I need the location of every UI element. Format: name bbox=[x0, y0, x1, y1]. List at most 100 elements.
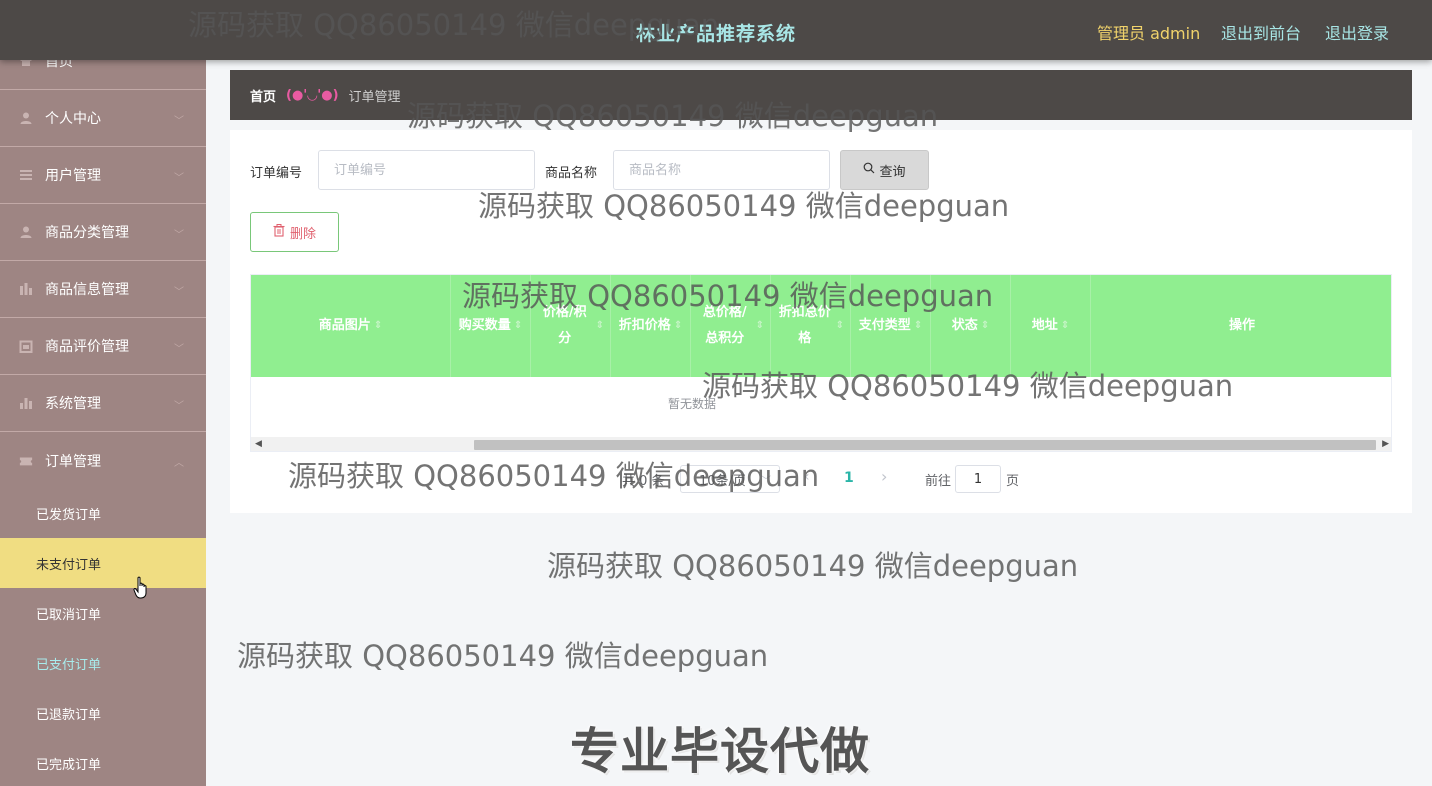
horizontal-scrollbar[interactable]: ◀ ▶ bbox=[251, 437, 1391, 451]
sidebar-subitem-label: 未支付订单 bbox=[36, 557, 102, 573]
page-size-value: 10条/页 bbox=[699, 473, 746, 489]
scrollbar-thumb[interactable] bbox=[474, 440, 1376, 450]
sidebar-item-profile[interactable]: 个人中心 ﹀ bbox=[0, 90, 206, 147]
prev-page-button[interactable]: ‹ bbox=[804, 469, 810, 485]
chevron-down-icon: ﹀ bbox=[174, 116, 184, 127]
column-header-label: 总价格/总积分 bbox=[702, 305, 747, 346]
sidebar-subitem-label: 已完成订单 bbox=[36, 757, 102, 773]
sort-icon[interactable]: ⇕ bbox=[914, 313, 922, 339]
sidebar-subitem-completed[interactable]: 已完成订单 bbox=[0, 738, 206, 786]
sidebar-item-orders[interactable]: 订单管理 ︿ bbox=[0, 432, 206, 489]
sidebar: 首页 个人中心 ﹀ 用户管理 ﹀ 商品分类管理 ﹀ 商品信息管理 ﹀ 商品评价管… bbox=[0, 0, 206, 786]
chevron-down-icon: ﹀ bbox=[174, 401, 184, 412]
column-header[interactable]: 地址 ⇕ bbox=[1011, 275, 1091, 377]
sidebar-item-label: 用户管理 bbox=[45, 168, 101, 184]
sidebar-subitem-label: 已支付订单 bbox=[36, 657, 102, 673]
sidebar-subitem-shipped[interactable]: 已发货订单 bbox=[0, 488, 206, 538]
column-header-label: 折扣价格 bbox=[618, 318, 671, 333]
column-header[interactable]: 商品图片 ⇕ bbox=[251, 275, 451, 377]
sidebar-subitem-cancelled[interactable]: 已取消订单 bbox=[0, 588, 206, 638]
watermark-text: 源码获取 QQ86050149 微信deepguan bbox=[547, 549, 1079, 583]
sidebar-item-label: 个人中心 bbox=[45, 111, 101, 127]
column-header-label: 商品图片 bbox=[318, 318, 371, 333]
order-no-input[interactable] bbox=[318, 150, 535, 190]
trash-icon bbox=[273, 223, 285, 241]
top-bar: 林业产品推荐系统 管理员 admin 退出到前台 退出登录 bbox=[0, 0, 1432, 60]
search-icon bbox=[863, 162, 875, 178]
sort-icon[interactable]: ⇕ bbox=[836, 313, 844, 339]
chevron-down-icon: ﹀ bbox=[174, 344, 184, 355]
column-header[interactable]: 价格/积分 ⇕ bbox=[531, 275, 611, 377]
query-button-label: 查询 bbox=[879, 164, 906, 180]
column-header-label: 状态 bbox=[951, 318, 978, 333]
sidebar-subitem-paid[interactable]: 已支付订单 bbox=[0, 638, 206, 688]
exit-to-front-link[interactable]: 退出到前台 bbox=[1221, 20, 1301, 44]
sort-icon[interactable]: ⇕ bbox=[596, 313, 604, 339]
list-icon bbox=[19, 168, 33, 182]
column-header-label: 价格/积分 bbox=[542, 305, 587, 346]
bar-chart-icon bbox=[19, 396, 33, 410]
breadcrumb-separator: (●'◡'●) bbox=[286, 87, 339, 103]
column-header[interactable]: 折扣价格 ⇕ bbox=[611, 275, 691, 377]
scroll-left-icon[interactable]: ◀ bbox=[255, 439, 262, 449]
column-header[interactable]: 折扣总价格 ⇕ bbox=[771, 275, 851, 377]
column-header[interactable]: 总价格/总积分 ⇕ bbox=[691, 275, 771, 377]
sidebar-item-label: 系统管理 bbox=[45, 396, 101, 412]
goto-page-input[interactable] bbox=[955, 465, 1001, 493]
column-header[interactable]: 支付类型 ⇕ bbox=[851, 275, 931, 377]
sidebar-subitem-refunded[interactable]: 已退款订单 bbox=[0, 688, 206, 738]
sidebar-item-review[interactable]: 商品评价管理 ﹀ bbox=[0, 318, 206, 375]
sidebar-item-label: 商品评价管理 bbox=[45, 339, 129, 355]
chevron-down-icon: ﹀ bbox=[174, 230, 184, 241]
delete-button[interactable]: 删除 bbox=[250, 212, 339, 252]
sort-icon[interactable]: ⇕ bbox=[374, 313, 382, 339]
product-name-label: 商品名称 bbox=[545, 166, 598, 181]
column-header[interactable]: 购买数量 ⇕ bbox=[451, 275, 531, 377]
empty-text: 暂无数据 bbox=[667, 397, 716, 411]
chevron-down-icon: ﹀ bbox=[761, 476, 771, 487]
page-number[interactable]: 1 bbox=[844, 470, 854, 486]
main-panel: 订单编号 商品名称 查询 删除 商品图片⇕ 购买数量⇕ 价格/积分⇕ 折扣价格⇕… bbox=[230, 130, 1412, 513]
chart-icon bbox=[19, 282, 33, 296]
sidebar-item-category[interactable]: 商品分类管理 ﹀ bbox=[0, 204, 206, 261]
sidebar-item-label: 订单管理 bbox=[45, 453, 101, 470]
column-header[interactable]: 状态 ⇕ bbox=[931, 275, 1011, 377]
sidebar-item-system[interactable]: 系统管理 ﹀ bbox=[0, 375, 206, 432]
logout-link[interactable]: 退出登录 bbox=[1325, 20, 1389, 44]
chevron-down-icon: ﹀ bbox=[174, 287, 184, 298]
sort-icon[interactable]: ⇕ bbox=[1061, 313, 1069, 339]
sort-icon[interactable]: ⇕ bbox=[674, 313, 682, 339]
sidebar-subitem-label: 已取消订单 bbox=[36, 607, 102, 623]
next-page-button[interactable]: › bbox=[881, 467, 887, 486]
query-button[interactable]: 查询 bbox=[840, 150, 929, 190]
sort-icon[interactable]: ⇕ bbox=[756, 313, 764, 339]
column-header: 操作 bbox=[1091, 275, 1391, 377]
watermark-text: 源码获取 QQ86050149 微信deepguan bbox=[237, 639, 769, 673]
product-name-input[interactable] bbox=[613, 150, 830, 190]
column-header-label: 购买数量 bbox=[458, 318, 511, 333]
user-icon bbox=[19, 225, 33, 239]
delete-button-label: 删除 bbox=[289, 226, 316, 242]
sidebar-item-label: 商品分类管理 bbox=[45, 225, 129, 241]
user-icon bbox=[19, 111, 33, 125]
app-title: 林业产品推荐系统 bbox=[636, 23, 797, 45]
breadcrumb-home[interactable]: 首页 bbox=[250, 86, 276, 105]
page-size-select[interactable]: 10条/页 ﹀ bbox=[680, 465, 780, 493]
sidebar-item-users[interactable]: 用户管理 ﹀ bbox=[0, 147, 206, 204]
ticket-icon bbox=[19, 454, 33, 468]
column-header-label: 操作 bbox=[1228, 318, 1255, 333]
sort-icon[interactable]: ⇕ bbox=[981, 313, 989, 339]
sidebar-subitem-unpaid[interactable]: 未支付订单 bbox=[0, 538, 206, 588]
sidebar-subitem-label: 已退款订单 bbox=[36, 707, 102, 723]
sidebar-subitem-label: 已发货订单 bbox=[36, 507, 102, 523]
sort-icon[interactable]: ⇕ bbox=[514, 313, 522, 339]
orders-table: 商品图片 ⇕ 购买数量 ⇕ 价格/积分 ⇕ 折扣价格 ⇕ 总价格/总积分 ⇕ 折扣总价格 ⇕… bbox=[250, 274, 1392, 452]
breadcrumb-current: 订单管理 bbox=[348, 89, 401, 105]
admin-label: 管理员 admin bbox=[1097, 24, 1201, 43]
hand-cursor-icon bbox=[133, 576, 151, 604]
goto-label: 前往 bbox=[925, 474, 952, 489]
column-header-label: 地址 bbox=[1031, 318, 1058, 333]
sidebar-item-product[interactable]: 商品信息管理 ﹀ bbox=[0, 261, 206, 318]
calendar-icon bbox=[19, 339, 33, 353]
scroll-right-icon[interactable]: ▶ bbox=[1382, 439, 1389, 449]
